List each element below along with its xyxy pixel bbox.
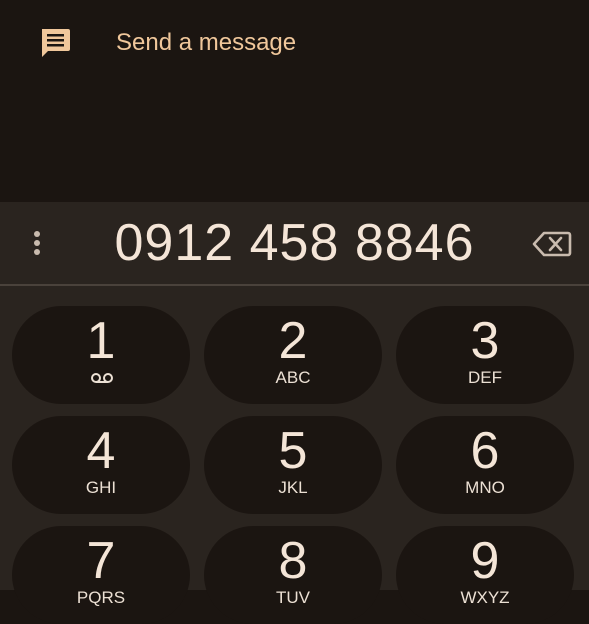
key-digit: 2	[278, 312, 308, 370]
key-digit: 9	[470, 532, 500, 590]
key-letters: TUV	[276, 588, 310, 607]
key-3[interactable]: 3 DEF	[396, 306, 574, 404]
key-digit: 4	[86, 422, 116, 480]
key-8[interactable]: 8 TUV	[204, 526, 382, 624]
key-letters: GHI	[85, 478, 117, 497]
number-display-bar: 0912 458 8846	[0, 202, 589, 286]
key-4[interactable]: 4 GHI	[12, 416, 190, 514]
key-letters: JKL	[278, 478, 308, 497]
key-letters: DEF	[468, 368, 502, 387]
key-letters: MNO	[465, 478, 505, 497]
top-area: Send a message	[0, 0, 589, 202]
message-icon[interactable]	[38, 26, 72, 60]
key-letters: WXYZ	[460, 588, 510, 607]
key-2[interactable]: 2 ABC	[204, 306, 382, 404]
key-digit: 8	[278, 532, 308, 590]
key-7[interactable]: 7 PQRS	[12, 526, 190, 624]
key-digit: 6	[470, 422, 500, 480]
key-1[interactable]: 1	[12, 306, 190, 404]
key-digit: 5	[278, 422, 308, 480]
send-message-label[interactable]: Send a message	[116, 28, 296, 58]
key-digit: 3	[470, 312, 500, 370]
key-letters: PQRS	[76, 588, 126, 607]
key-digit: 7	[86, 532, 116, 590]
dialpad: 0912 458 8846 1 2 ABC 3 DEF 4 GHI 5 JKL …	[0, 202, 589, 624]
key-9[interactable]: 9 WXYZ	[396, 526, 574, 624]
voicemail-icon	[91, 373, 113, 383]
key-5[interactable]: 5 JKL	[204, 416, 382, 514]
key-digit: 1	[86, 312, 116, 370]
key-6[interactable]: 6 MNO	[396, 416, 574, 514]
dialed-number[interactable]: 0912 458 8846	[0, 212, 589, 274]
key-letters: ABC	[275, 368, 311, 387]
backspace-icon[interactable]	[532, 230, 572, 258]
